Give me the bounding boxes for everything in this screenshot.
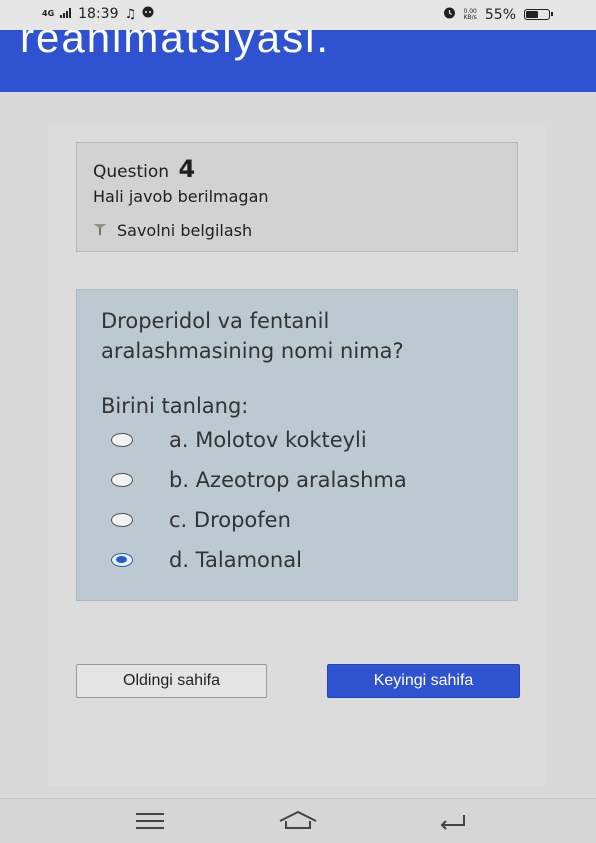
radio-button[interactable] bbox=[111, 553, 133, 567]
option-b[interactable]: b. Azeotrop aralashma bbox=[111, 460, 407, 500]
system-nav-bar bbox=[0, 798, 596, 843]
page-header: reanimatsiyasi. bbox=[0, 30, 596, 92]
question-status: Hali javob berilmagan bbox=[93, 187, 269, 206]
battery-icon bbox=[524, 9, 553, 20]
choose-prompt: Birini tanlang: bbox=[101, 394, 249, 418]
option-label: b. Azeotrop aralashma bbox=[169, 468, 407, 492]
battery-fill bbox=[526, 11, 538, 18]
question-text: Droperidol va fentanil aralashmasining n… bbox=[101, 309, 404, 363]
network-speed: 0.00 KB/s bbox=[463, 7, 477, 21]
flag-icon bbox=[93, 223, 107, 239]
chat-bubble-icon bbox=[142, 6, 154, 22]
radio-button[interactable] bbox=[111, 473, 133, 487]
network-indicator: 4G bbox=[42, 9, 55, 18]
back-icon[interactable] bbox=[438, 811, 468, 835]
music-note-icon: ♫ bbox=[124, 6, 137, 22]
radio-button[interactable] bbox=[111, 513, 133, 527]
option-d[interactable]: d. Talamonal bbox=[111, 540, 407, 580]
battery-percent: 55% bbox=[484, 6, 516, 23]
question-heading: Question 4 bbox=[93, 155, 195, 183]
option-a[interactable]: a. Molotov kokteyli bbox=[111, 420, 407, 460]
option-label: c. Dropofen bbox=[169, 508, 291, 532]
answer-options: a. Molotov kokteyli b. Azeotrop aralashm… bbox=[111, 420, 407, 580]
clock: 18:39 bbox=[78, 6, 119, 22]
question-label: Question bbox=[93, 162, 170, 182]
status-bar: 4G 18:39 ♫ 0.00 KB/s 55% bbox=[0, 0, 596, 30]
next-page-button[interactable]: Keyingi sahifa bbox=[327, 664, 520, 698]
quiz-card: Question 4 Hali javob berilmagan Savolni… bbox=[48, 124, 546, 786]
question-box: Droperidol va fentanil aralashmasining n… bbox=[76, 289, 518, 601]
home-icon[interactable] bbox=[278, 809, 318, 835]
question-number: 4 bbox=[178, 155, 196, 183]
option-c[interactable]: c. Dropofen bbox=[111, 500, 407, 540]
menu-icon[interactable] bbox=[136, 813, 164, 834]
signal-icon bbox=[60, 6, 72, 22]
alarm-icon bbox=[443, 6, 456, 23]
option-label: d. Talamonal bbox=[169, 548, 302, 572]
flag-label: Savolni belgilash bbox=[117, 221, 253, 240]
page-title: reanimatsiyasi. bbox=[20, 30, 331, 61]
option-label: a. Molotov kokteyli bbox=[169, 428, 367, 452]
previous-page-button[interactable]: Oldingi sahifa bbox=[76, 664, 267, 698]
flag-question-link[interactable]: Savolni belgilash bbox=[93, 221, 252, 240]
question-info-box: Question 4 Hali javob berilmagan Savolni… bbox=[76, 142, 518, 252]
radio-button[interactable] bbox=[111, 433, 133, 447]
